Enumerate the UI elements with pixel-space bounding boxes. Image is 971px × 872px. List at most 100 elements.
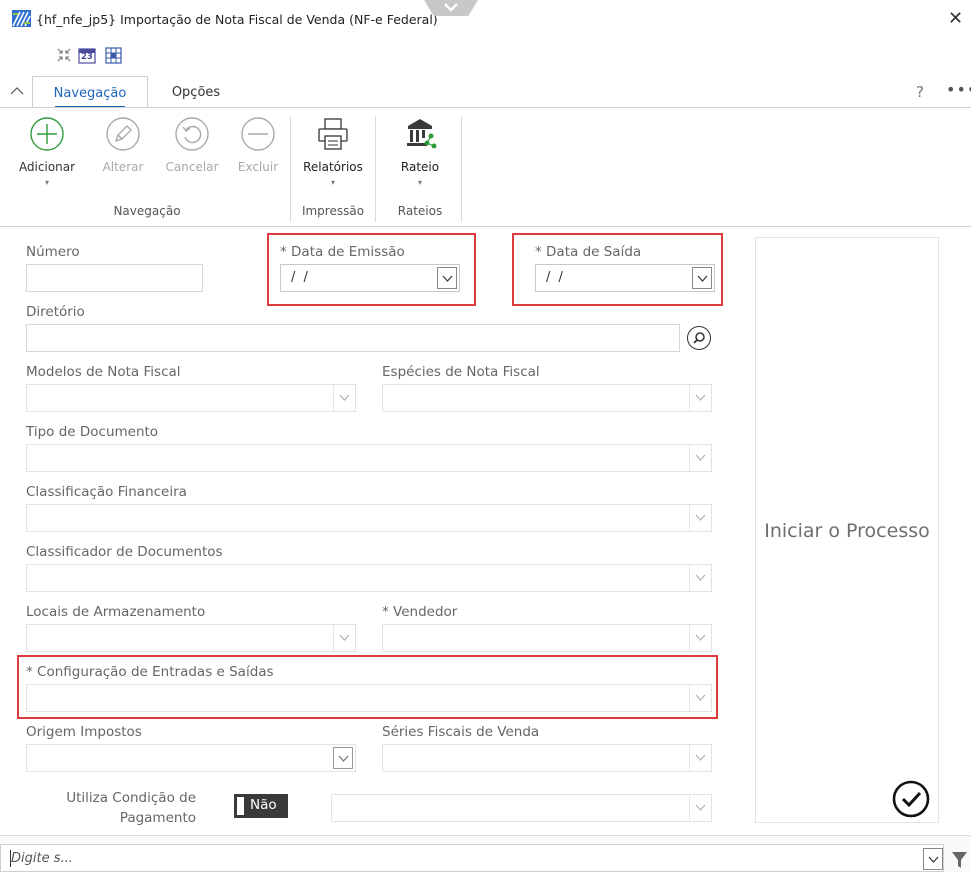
tab-navegacao[interactable]: Navegação [32,76,148,108]
modelos-nota-fiscal-select[interactable] [26,384,356,412]
app-logo-icon [12,10,31,27]
relatorios-label: Relatórios [303,160,363,174]
data-saida-dropdown[interactable] [692,267,712,289]
alterar-label: Alterar [102,160,144,174]
chevron-down-icon [695,634,706,641]
excluir-button[interactable]: Excluir [232,116,284,174]
chevron-down-icon [695,804,706,811]
group-divider [461,116,462,222]
locais-armazenamento-label: Locais de Armazenamento [26,604,206,620]
adicionar-label: Adicionar [18,160,76,174]
numero-label: Número [26,244,80,260]
chevron-down-icon [695,394,706,401]
vendedor-select[interactable] [382,624,712,652]
ribbon: Adicionar ▾ Alterar Cancelar Excluir Nav… [0,107,971,227]
tipo-documento-label: Tipo de Documento [26,424,159,440]
dropdown-arrow[interactable] [689,625,711,651]
chevron-down-icon [695,574,706,581]
dropdown-arrow[interactable] [689,505,711,531]
title-bar: {hf_nfe_jp5} Importação de Nota Fiscal d… [0,0,971,40]
help-button[interactable]: ? [916,83,924,101]
tab-opcoes-label: Opções [171,85,221,100]
edit-icon [106,117,140,151]
cancelar-label: Cancelar [165,160,219,174]
chevron-down-icon: ▾ [44,178,49,187]
collapse-icon[interactable] [56,47,72,63]
configuracao-entradas-saidas-select[interactable] [26,684,712,712]
especies-nota-fiscal-select[interactable] [382,384,712,412]
cancelar-button[interactable]: Cancelar [160,116,224,174]
filter-input[interactable]: Digite s... [0,844,944,872]
tab-opcoes[interactable]: Opções [157,76,235,108]
chevron-down-icon [695,754,706,761]
ribbon-collapse-icon[interactable] [10,86,24,95]
dropdown-arrow[interactable] [689,795,711,821]
chevron-down-icon [928,856,939,863]
chevron-down-icon [338,755,349,762]
condicao-pagamento-select[interactable] [331,794,712,822]
origem-impostos-label: Origem Impostos [26,724,142,740]
tipo-documento-select[interactable] [26,444,712,472]
numero-input[interactable] [26,264,203,292]
more-options-button[interactable]: ••• [946,80,971,99]
classificacao-financeira-select[interactable] [26,504,712,532]
classificador-documentos-label: Classificador de Documentos [26,544,223,560]
chevron-down-icon [339,394,350,401]
toggle-knob [237,797,244,815]
process-panel[interactable]: Iniciar o Processo [755,237,939,823]
check-circle-icon[interactable] [891,779,931,819]
rateio-button[interactable]: Rateio ▾ [382,116,458,187]
configuracao-entradas-saidas-label: * Configuração de Entradas e Saídas [26,664,274,680]
classificador-documentos-select[interactable] [26,564,712,592]
dropdown-arrow[interactable] [333,625,355,651]
filter-dropdown[interactable] [923,848,943,870]
utiliza-condicao-toggle[interactable]: Não [234,794,288,818]
iniciar-processo-label: Iniciar o Processo [764,520,930,542]
grid-icon[interactable] [105,47,122,64]
adicionar-button[interactable]: Adicionar ▾ [8,116,86,187]
printer-icon [318,118,348,150]
remove-icon [241,117,275,151]
toggle-value: Não [250,797,277,813]
data-emissao-input[interactable]: / / [280,264,460,292]
chevron-down-icon [697,275,708,282]
alterar-button[interactable]: Alterar [96,116,150,174]
utiliza-condicao-label-1: Utiliza Condição de [66,790,196,806]
chevron-down-icon: ▾ [330,178,335,187]
chevron-down-icon [695,454,706,461]
data-emissao-dropdown[interactable] [437,267,457,289]
modelos-nota-fiscal-label: Modelos de Nota Fiscal [26,364,181,380]
group-divider [375,116,376,222]
chevron-down-icon [695,514,706,521]
dropdown-arrow[interactable] [333,747,353,769]
vendedor-label: * Vendedor [382,604,458,620]
utiliza-condicao-label-2: Pagamento [119,810,196,826]
group-rateios-label: Rateios [397,204,443,218]
group-divider [290,116,291,222]
dropdown-arrow[interactable] [689,745,711,771]
data-saida-input[interactable]: / / [535,264,715,292]
dropdown-arrow[interactable] [689,565,711,591]
dropdown-arrow[interactable] [689,445,711,471]
dropdown-arrow[interactable] [333,385,355,411]
calendar-icon[interactable]: 23 [78,47,96,64]
filter-icon[interactable] [951,850,969,870]
locais-armazenamento-select[interactable] [26,624,356,652]
relatorios-button[interactable]: Relatórios ▾ [294,116,372,187]
tab-navegacao-label: Navegação [53,86,127,101]
dropdown-arrow[interactable] [689,385,711,411]
origem-impostos-select[interactable] [26,744,356,772]
calendar-day: 23 [81,52,93,62]
chevron-down-icon [444,3,458,12]
group-impressao-label: Impressão [301,204,365,218]
series-fiscais-venda-select[interactable] [382,744,712,772]
dropdown-arrow[interactable] [689,685,711,711]
search-icon [693,332,705,344]
chevron-down-icon [695,694,706,701]
data-saida-label: * Data de Saída [535,244,642,260]
diretorio-label: Diretório [26,304,85,320]
search-button[interactable] [687,326,711,350]
chevron-down-icon: ▾ [417,178,422,187]
diretorio-input[interactable] [26,324,680,352]
close-button[interactable]: ✕ [948,8,963,29]
